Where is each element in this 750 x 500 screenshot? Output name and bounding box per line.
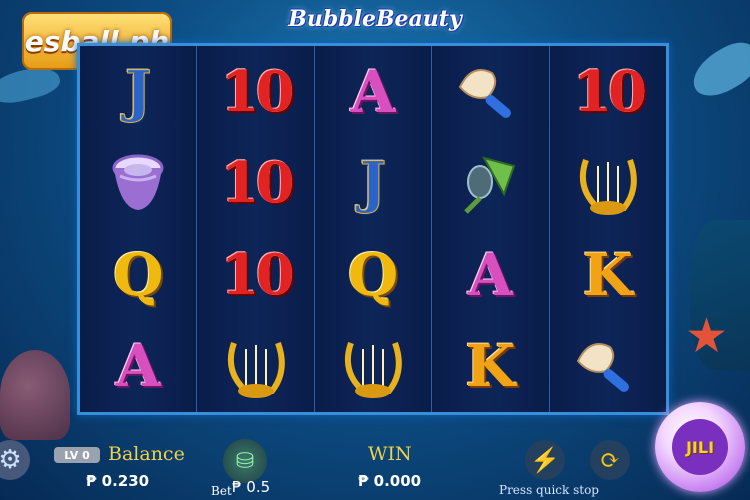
symbol-ace: A — [350, 57, 396, 126]
shell-wand-icon — [459, 68, 512, 118]
level-badge: LV 0 — [54, 447, 100, 463]
reel-cell: 10 — [197, 138, 313, 230]
symbol-queen: Q — [112, 240, 164, 309]
reel-cell: 10 — [550, 46, 666, 138]
reel-cell — [432, 138, 548, 230]
symbol-ace: A — [115, 332, 161, 401]
shell-fan-icon — [464, 156, 516, 215]
quick-stop-button[interactable]: ⚡ — [525, 440, 565, 480]
auto-spin-button[interactable]: ⟳ — [590, 440, 630, 480]
reel-cell: A — [432, 229, 548, 321]
reel-cell: K — [432, 321, 548, 413]
reel-5: 10 K — [549, 46, 667, 413]
reel-cell — [432, 46, 548, 138]
symbol-ten: 10 — [572, 58, 647, 125]
reel-2: 10 10 10 — [197, 46, 315, 413]
reel-4: A K — [432, 46, 550, 413]
reels-board: J Q A 10 10 10 A J Q A K 10 K — [77, 43, 669, 415]
symbol-ten: 10 — [220, 58, 295, 125]
quick-stop-label: Press quick stop — [499, 483, 599, 497]
balance-value: ₱ 0.230 — [86, 472, 150, 490]
reel-cell — [197, 321, 313, 413]
shell-wand-icon — [576, 343, 629, 393]
symbol-ace: A — [467, 240, 513, 309]
win-label: WIN — [368, 443, 412, 465]
reel-3: A J Q — [314, 46, 433, 413]
reel-cell: A — [80, 321, 196, 413]
dolphin-decoration-right — [684, 35, 750, 105]
spin-label: JILI — [672, 419, 728, 475]
lightning-icon: ⚡ — [530, 446, 560, 474]
coin-stack-icon: ⛁ — [235, 448, 255, 474]
balance-label: Balance — [108, 443, 185, 465]
bet-value: ₱ 0.5 — [232, 478, 271, 496]
reel-cell — [315, 321, 431, 413]
symbol-jack: J — [124, 58, 152, 125]
reel-cell: J — [80, 46, 196, 138]
game-title: BubbleBeauty — [288, 6, 462, 32]
reel-cell: 10 — [197, 229, 313, 321]
settings-gear-icon[interactable]: ⚙ — [0, 440, 30, 480]
refresh-icon: ⟳ — [599, 446, 621, 474]
reel-cell — [550, 321, 666, 413]
bet-label: Bet — [211, 484, 232, 498]
reel-cell: J — [315, 138, 431, 230]
reel-cell — [80, 138, 196, 230]
golden-harp-icon — [579, 159, 637, 216]
reel-cell: A — [315, 46, 431, 138]
starfish-icon: ★ — [684, 308, 728, 364]
coral-decoration — [0, 350, 70, 440]
symbol-ten: 10 — [220, 150, 295, 217]
win-value: ₱ 0.000 — [358, 472, 422, 490]
symbol-jack: J — [359, 150, 387, 217]
reel-cell: Q — [80, 229, 196, 321]
golden-harp-icon — [345, 342, 402, 399]
symbol-ten: 10 — [220, 241, 295, 308]
shell-drum-icon — [112, 154, 164, 211]
reel-cell — [550, 138, 666, 230]
symbol-king: K — [465, 332, 516, 401]
reel-cell: K — [550, 229, 666, 321]
bet-button[interactable]: ⛁ — [223, 439, 267, 483]
symbol-queen: Q — [347, 240, 399, 309]
spin-button[interactable]: JILI — [655, 402, 745, 492]
symbol-king: K — [582, 240, 634, 309]
reel-cell: 10 — [197, 46, 313, 138]
reel-1: J Q A — [80, 46, 198, 413]
golden-harp-icon — [227, 342, 285, 399]
reel-cell: Q — [315, 229, 431, 321]
